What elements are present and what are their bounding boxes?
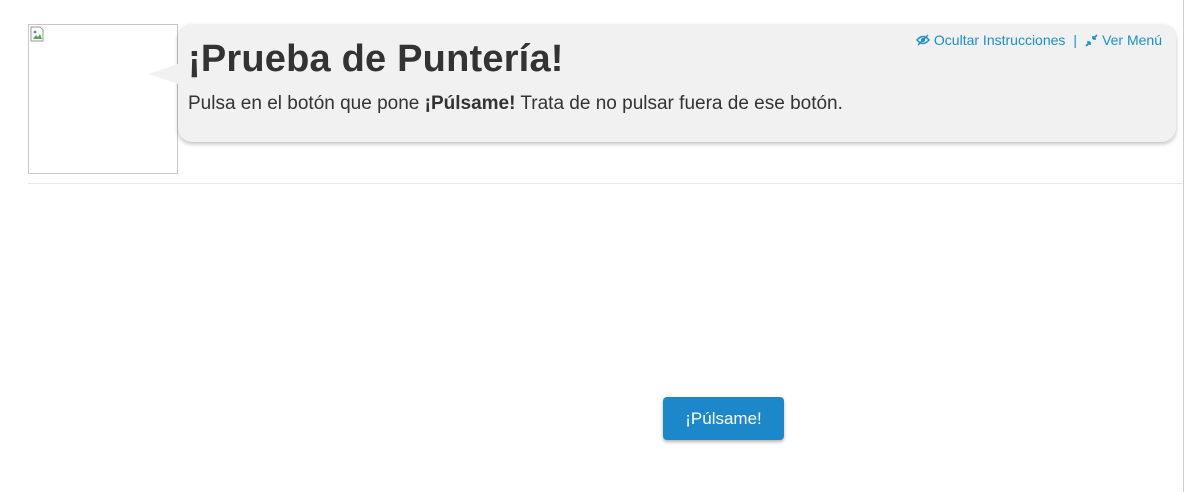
avatar-image: [28, 24, 178, 174]
eye-slash-icon: [915, 34, 930, 46]
instructions-after: Trata de no pulsar fuera de ese botón.: [515, 93, 843, 114]
show-menu-link[interactable]: Ver Menú: [1085, 32, 1162, 48]
hide-instructions-label: Ocultar Instrucciones: [933, 32, 1066, 48]
link-separator: |: [1073, 32, 1078, 48]
page-title: ¡Prueba de Puntería!: [188, 38, 564, 80]
instructions-text: Pulsa en el botón que pone ¡Púlsame! Tra…: [188, 93, 843, 115]
divider: [28, 183, 1184, 184]
broken-image-icon: [30, 26, 44, 42]
instructions-before: Pulsa en el botón que pone: [188, 93, 425, 114]
instructions-bold: ¡Púlsame!: [424, 93, 516, 114]
show-menu-label: Ver Menú: [1102, 32, 1162, 48]
compress-arrows-icon: [1085, 33, 1098, 47]
press-me-button[interactable]: ¡Púlsame!: [663, 397, 784, 440]
hide-instructions-link[interactable]: Ocultar Instrucciones: [915, 32, 1066, 48]
header-links: Ocultar Instrucciones | Ver Menú: [915, 32, 1162, 48]
bubble-tail: [148, 64, 178, 84]
instruction-bubble: ¡Prueba de Puntería! Pulsa en el botón q…: [148, 24, 1176, 142]
